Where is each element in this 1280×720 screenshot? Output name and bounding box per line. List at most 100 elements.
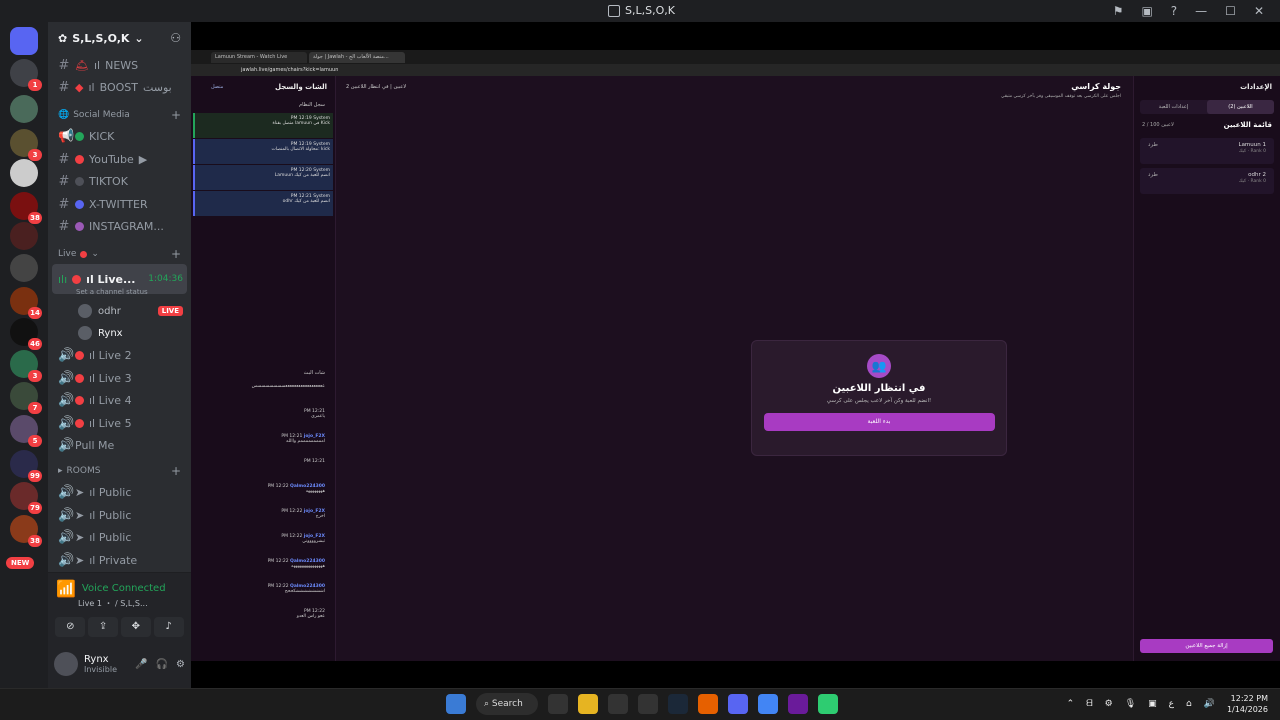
player-rank: 1 [1262,142,1267,148]
server-icon[interactable] [10,95,38,123]
file-explorer-icon[interactable] [578,694,598,714]
channel-youtube[interactable]: # YouTube ▶ [48,148,191,171]
server-icon[interactable]: 38 [10,192,42,224]
chevron-up-icon[interactable]: ⌃ [1067,699,1075,709]
server-icon[interactable]: 1 [10,59,42,91]
tab-game-settings[interactable]: إعدادات اللعبة [1140,100,1207,114]
clock-date: 1/14/2026 [1226,705,1268,714]
taskbar-search[interactable]: ⌕ Search [476,693,538,715]
server-icon[interactable]: 99 [10,450,42,482]
steam-icon[interactable] [668,694,688,714]
voice-user-rynx[interactable]: Rynx [48,322,191,344]
camera-off-icon[interactable]: ⊘ [55,617,86,637]
system-message: PM 12:20 System Lamuun انضم للعبة من كيك [193,165,333,190]
voice-user-odhr[interactable]: odhr LIVE [48,300,191,322]
headphones-icon[interactable]: 🎧 [156,659,168,670]
kick-player-button[interactable]: طرد [1148,172,1158,190]
microphone-icon[interactable]: 🎤 [135,659,147,670]
minimize-button[interactable]: — [1195,4,1207,18]
tray-icon[interactable]: ᗺ [1086,699,1093,709]
help-icon[interactable]: ? [1171,4,1177,18]
player-meta: كيك · Rank 0 [1238,179,1266,184]
channel-boost[interactable]: # ◆ ıl BOOST بوست [48,77,191,100]
maximize-button[interactable]: ☐ [1225,4,1236,18]
app-icon[interactable] [818,694,838,714]
server-icon[interactable] [10,159,38,187]
server-icon[interactable]: 79 [10,482,42,514]
server-icon[interactable]: 14 [10,287,42,319]
server-icon[interactable] [10,222,38,250]
tab-players[interactable]: اللاعبين (2) [1207,100,1274,114]
tray-icon[interactable]: ▣ [1148,699,1157,709]
voice-channel-public[interactable]: 🔊 ➤ ıl Public [48,504,191,527]
add-channel-icon[interactable]: + [171,464,191,478]
invite-people-icon[interactable]: ⚇ [170,31,181,45]
server-icon[interactable]: 7 [10,382,42,414]
store-icon[interactable] [548,694,568,714]
discord-home-icon[interactable] [10,27,38,55]
voice-channel-live-4[interactable]: 🔊 ıl Live 4 [48,389,191,412]
voice-channel-info[interactable]: Live 1 ・ / S,L,S... [48,598,191,609]
voice-channel-live-3[interactable]: 🔊 ıl Live 3 [48,367,191,390]
channel-tiktok[interactable]: # TIKTOK [48,170,191,193]
add-channel-icon[interactable]: + [171,247,191,261]
clock[interactable]: 12:22 PM 1/14/2026 [1227,693,1268,715]
app-icon[interactable] [638,694,658,714]
voice-channel-pull-me[interactable]: 🔊 Pull Me [48,435,191,458]
avatar[interactable] [54,652,78,676]
close-button[interactable]: ✕ [1254,4,1264,18]
tray-icon[interactable]: ⚙ [1105,699,1113,709]
kick-player-button[interactable]: طرد [1148,142,1158,160]
address-bar[interactable]: jawlah.live/games/chairs?kick=lamuun [191,64,1280,76]
remove-all-players-button[interactable]: إزالة جميع اللاعبين [1140,639,1273,653]
server-header[interactable]: ✿ S,L,S,O,K ⌄ ⚇ [48,22,191,54]
voice-channel-public[interactable]: 🔊 ➤ ıl Public [48,526,191,549]
channel-instagram[interactable]: # INSTAGRAM... [48,216,191,239]
stream-viewer[interactable]: Lamuun Stream - Watch Live جولة | Jawlah… [191,22,1280,688]
chat-message: PM 12:21 ياعمري [191,405,335,430]
channel-x-twitter[interactable]: # X-TWITTER [48,193,191,216]
server-icon[interactable]: 3 [10,350,42,382]
next-app-icon[interactable] [788,694,808,714]
browser-tab[interactable]: Lamuun Stream - Watch Live [211,51,307,63]
start-game-button[interactable]: بدء اللعبة [763,413,995,431]
category-rooms[interactable]: ▸ ROOMS + [48,461,191,481]
server-icon[interactable]: 38 [10,515,42,547]
channel-label: ıl Live... [86,272,136,286]
soundboard-icon[interactable]: ♪ [153,617,184,637]
activities-icon[interactable]: ✥ [120,617,151,637]
channel-label: YouTube [89,152,134,166]
channel-news[interactable]: # 🛎 ıl NEWS [48,54,191,77]
discord-icon[interactable] [728,694,748,714]
gear-icon[interactable]: ⚙ [176,659,185,670]
language-icon[interactable]: ع [1169,699,1174,709]
server-icon[interactable]: 5 [10,415,42,447]
share-screen-icon[interactable]: ⇪ [88,617,119,637]
windows-start-icon[interactable] [446,694,466,714]
new-badge: NEW [6,557,35,569]
screen-share-icon[interactable]: ▣ [1141,4,1152,18]
add-channel-icon[interactable]: + [171,108,191,122]
volume-icon[interactable]: 🔊 [1204,699,1215,709]
server-icon[interactable] [10,254,38,282]
voice-channel-live-2[interactable]: 🔊 ıl Live 2 [48,344,191,367]
category-social-media[interactable]: 🌐 Social Media + [48,105,191,125]
channel-kick[interactable]: 📢 KICK [48,125,191,148]
server-icon[interactable]: 46 [10,318,42,350]
microphone-icon[interactable]: 🎙 [1125,699,1136,709]
voice-channel-public[interactable]: 🔊 ➤ ıl Public [48,481,191,504]
inbox-icon[interactable]: ⚑ [1113,4,1124,18]
category-live[interactable]: Live ⌄ + [48,244,191,264]
voice-channel-private[interactable]: 🔊 ➤ ıl Private [48,549,191,572]
browser-tab[interactable]: جولة | Jawlah - منصة الألعاب الج... [309,51,405,63]
channel-status[interactable]: Set a channel status [48,288,191,300]
chrome-icon[interactable] [758,694,778,714]
epic-games-icon[interactable] [608,694,628,714]
unread-badge: 14 [28,307,42,319]
message-text: امممممممممم واالله [286,439,325,444]
server-icon[interactable]: 3 [10,129,42,161]
network-icon[interactable]: ⌂ [1186,699,1192,709]
firefox-icon[interactable] [698,694,718,714]
arrow-icon: ➤ [75,485,85,499]
voice-channel-live-5[interactable]: 🔊 ıl Live 5 [48,412,191,435]
